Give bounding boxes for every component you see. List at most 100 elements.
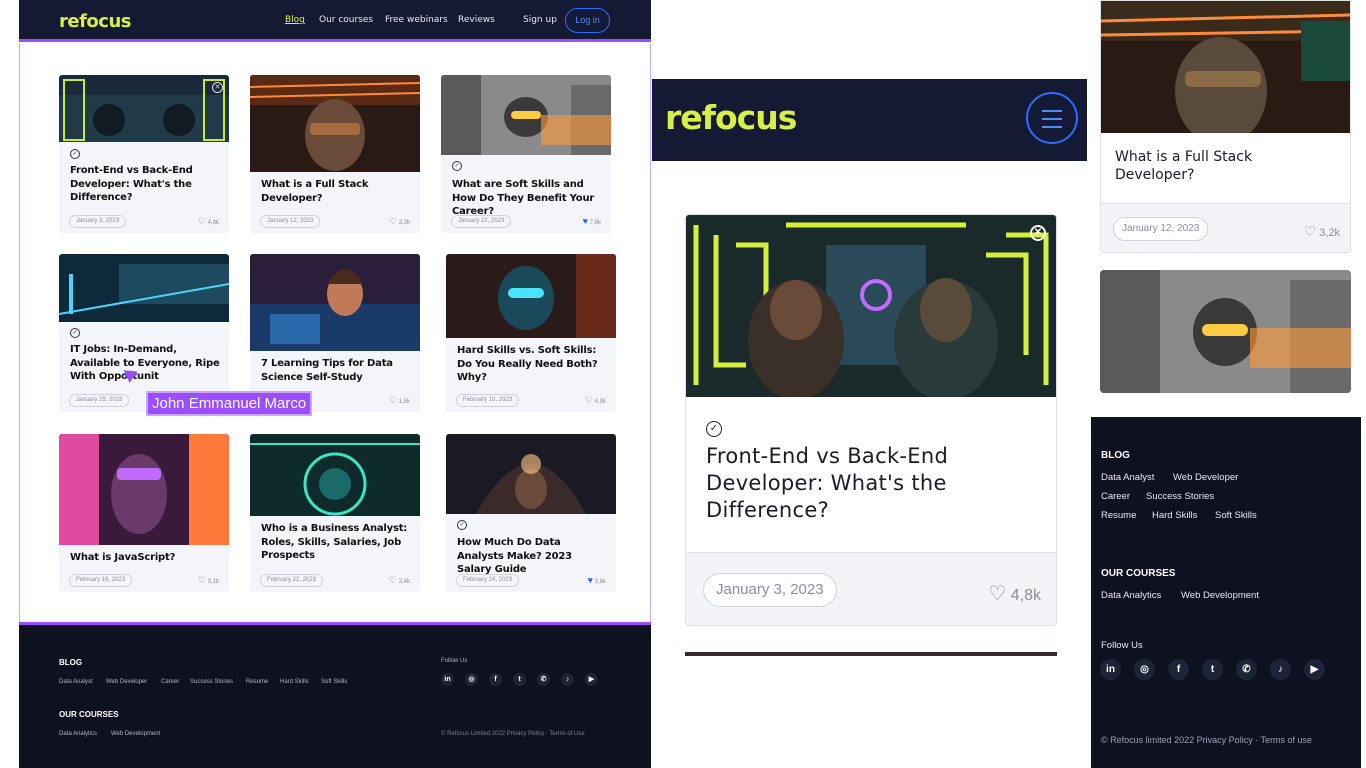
nav-our-courses[interactable]: Our courses — [319, 15, 373, 25]
likes-count: 3,6k — [594, 579, 606, 585]
footer-link[interactable]: Soft Skills — [1215, 510, 1257, 521]
footer-link[interactable]: Resume — [246, 679, 268, 685]
twitter-icon[interactable]: t — [1202, 659, 1223, 680]
facebook-icon[interactable]: f — [489, 673, 502, 686]
instagram-icon[interactable]: ◎ — [1134, 659, 1155, 680]
card-image — [59, 75, 229, 142]
card-title[interactable]: What is a Full Stack Developer? — [261, 178, 412, 205]
card-date: January 25, 2023 — [69, 394, 130, 407]
likes-count: 3,2k — [1319, 227, 1340, 239]
card-title[interactable]: What is a Full Stack Developer? — [1115, 148, 1315, 184]
footer-link[interactable]: Data Analytics — [59, 731, 97, 737]
tiktok-icon[interactable]: ♪ — [561, 673, 574, 686]
youtube-icon[interactable]: ▶ — [1304, 659, 1325, 680]
card-title[interactable]: Hard Skills vs. Soft Skills: Do You Real… — [457, 344, 608, 385]
blog-card[interactable]: 7 Learning Tips for Data Science Self-St… — [250, 254, 420, 412]
card-image — [250, 434, 420, 516]
card-title[interactable]: IT Jobs: In-Demand, Available to Everyon… — [70, 343, 221, 384]
twitter-icon[interactable]: t — [513, 673, 526, 686]
footer-link[interactable]: Success Stories — [190, 679, 233, 685]
likes-count: 4,8k — [1010, 587, 1041, 604]
blog-card[interactable]: Who is a Business Analyst: Roles, Skills… — [250, 434, 420, 592]
card-title[interactable]: Who is a Business Analyst: Roles, Skills… — [261, 522, 412, 563]
blog-card-large[interactable]: ✕ ✓ Front-End vs Back-End Developer: Wha… — [685, 214, 1057, 626]
card-likes[interactable]: ♡ 3,1k — [198, 575, 219, 586]
whatsapp-icon[interactable]: ✆ — [537, 673, 550, 686]
likes-count: 4,8k — [207, 220, 219, 226]
card-likes[interactable]: ♥ 3,6k — [588, 575, 606, 585]
nav-blog[interactable]: Blog — [285, 15, 305, 25]
card-likes[interactable]: ♥ 7,8k — [583, 216, 601, 226]
card-date: January 3, 2023 — [703, 573, 837, 607]
card-likes[interactable]: ♡ 3,2k — [1304, 223, 1340, 240]
card-title[interactable]: Front-End vs Back-End Developer: What's … — [706, 443, 1006, 524]
blog-card[interactable] — [1100, 270, 1351, 393]
instagram-icon[interactable]: ◎ — [465, 673, 478, 686]
footer-link[interactable]: Career — [1101, 491, 1130, 502]
footer-link[interactable]: Web Developer — [1173, 472, 1238, 483]
footer-link[interactable]: Web Development — [111, 731, 160, 737]
footer-link[interactable]: Hard Skills — [1152, 510, 1197, 521]
card-title[interactable]: What are Soft Skills and How Do They Ben… — [452, 178, 603, 219]
card-likes[interactable]: ♡ 4,8k — [988, 581, 1041, 606]
footer-link[interactable]: Data Analyst — [59, 679, 93, 685]
youtube-icon[interactable]: ▶ — [585, 673, 598, 686]
blog-card[interactable]: What is a Full Stack Developer? January … — [1100, 0, 1351, 253]
footer-courses-heading: OUR COURSES — [59, 710, 119, 719]
card-likes[interactable]: ♡ 2,4k — [389, 575, 410, 586]
blog-card[interactable]: Hard Skills vs. Soft Skills: Do You Real… — [446, 254, 616, 412]
hamburger-menu-icon[interactable] — [1026, 92, 1078, 144]
footer-link[interactable]: Career — [161, 679, 179, 685]
close-icon[interactable]: ✕ — [1030, 225, 1046, 241]
heart-icon: ♡ — [584, 395, 593, 405]
blog-card[interactable]: ✓ What are Soft Skills and How Do They B… — [441, 75, 611, 233]
blog-card[interactable]: ✓ How Much Do Data Analysts Make? 2023 S… — [446, 434, 616, 592]
whatsapp-icon[interactable]: ✆ — [1236, 659, 1257, 680]
nav-free-webinars[interactable]: Free webinars — [385, 15, 448, 25]
desktop-footer: BLOG Data Analyst Web Developer Career S… — [19, 622, 651, 768]
card-image — [250, 75, 420, 172]
footer-link[interactable]: Web Development — [1181, 590, 1259, 601]
tiktok-icon[interactable]: ♪ — [1270, 659, 1291, 680]
card-image — [1101, 1, 1350, 133]
card-likes[interactable]: ♡ 4,8k — [198, 216, 219, 227]
card-title[interactable]: 7 Learning Tips for Data Science Self-St… — [261, 357, 412, 384]
card-likes[interactable]: ♡ 1,5k — [389, 395, 410, 406]
blog-card[interactable]: What is JavaScript? February 16, 2023 ♡ … — [59, 434, 229, 592]
card-footer: January 12, 2023 ♡ 3,2k — [1101, 203, 1350, 252]
card-title[interactable]: What is JavaScript? — [70, 551, 221, 565]
footer-blog-heading: BLOG — [59, 658, 83, 667]
close-icon[interactable]: ✕ — [212, 82, 223, 93]
footer-link[interactable]: Resume — [1101, 510, 1136, 521]
footer-link[interactable]: Soft Skills — [321, 679, 347, 685]
facebook-icon[interactable]: f — [1168, 659, 1189, 680]
footer-link[interactable]: Hard Skills — [280, 679, 309, 685]
card-title[interactable]: Front-End vs Back-End Developer: What's … — [70, 164, 221, 205]
nav-reviews[interactable]: Reviews — [458, 15, 495, 25]
card-date: February 24, 2023 — [456, 574, 520, 587]
card-likes[interactable]: ♡ 3,2k — [389, 216, 410, 227]
logo[interactable]: refocus — [59, 11, 131, 32]
card-image — [1100, 270, 1351, 393]
linkedin-icon[interactable]: in — [441, 673, 454, 686]
footer-link[interactable]: Data Analyst — [1101, 472, 1154, 483]
card-date: January 22, 2023 — [451, 215, 512, 228]
footer-link[interactable]: Success Stories — [1146, 491, 1214, 502]
follow-us-label: Follow Us — [1101, 640, 1143, 651]
footer-link[interactable]: Web Developer — [106, 679, 147, 685]
blog-card[interactable]: What is a Full Stack Developer? January … — [250, 75, 420, 233]
logo[interactable]: refocus — [665, 98, 797, 137]
card-likes[interactable]: ♡ 4,9k — [585, 395, 606, 406]
heart-filled-icon: ♥ — [582, 216, 588, 226]
heart-icon: ♡ — [197, 216, 206, 226]
likes-count: 7,8k — [589, 220, 601, 226]
linkedin-icon[interactable]: in — [1100, 659, 1121, 680]
mobile-footer: BLOG Data Analyst Web Developer Career S… — [1091, 417, 1361, 768]
card-title[interactable]: How Much Do Data Analysts Make? 2023 Sal… — [457, 536, 608, 577]
blog-card[interactable]: ✓ IT Jobs: In-Demand, Available to Every… — [59, 254, 229, 412]
footer-link[interactable]: Data Analytics — [1101, 590, 1161, 601]
signup-link[interactable]: Sign up — [523, 15, 557, 25]
blog-card[interactable]: ✕ ✓ Front-End vs Back-End Developer: Wha… — [59, 75, 229, 233]
login-button[interactable]: Log in — [565, 8, 610, 33]
card-image — [446, 254, 616, 338]
